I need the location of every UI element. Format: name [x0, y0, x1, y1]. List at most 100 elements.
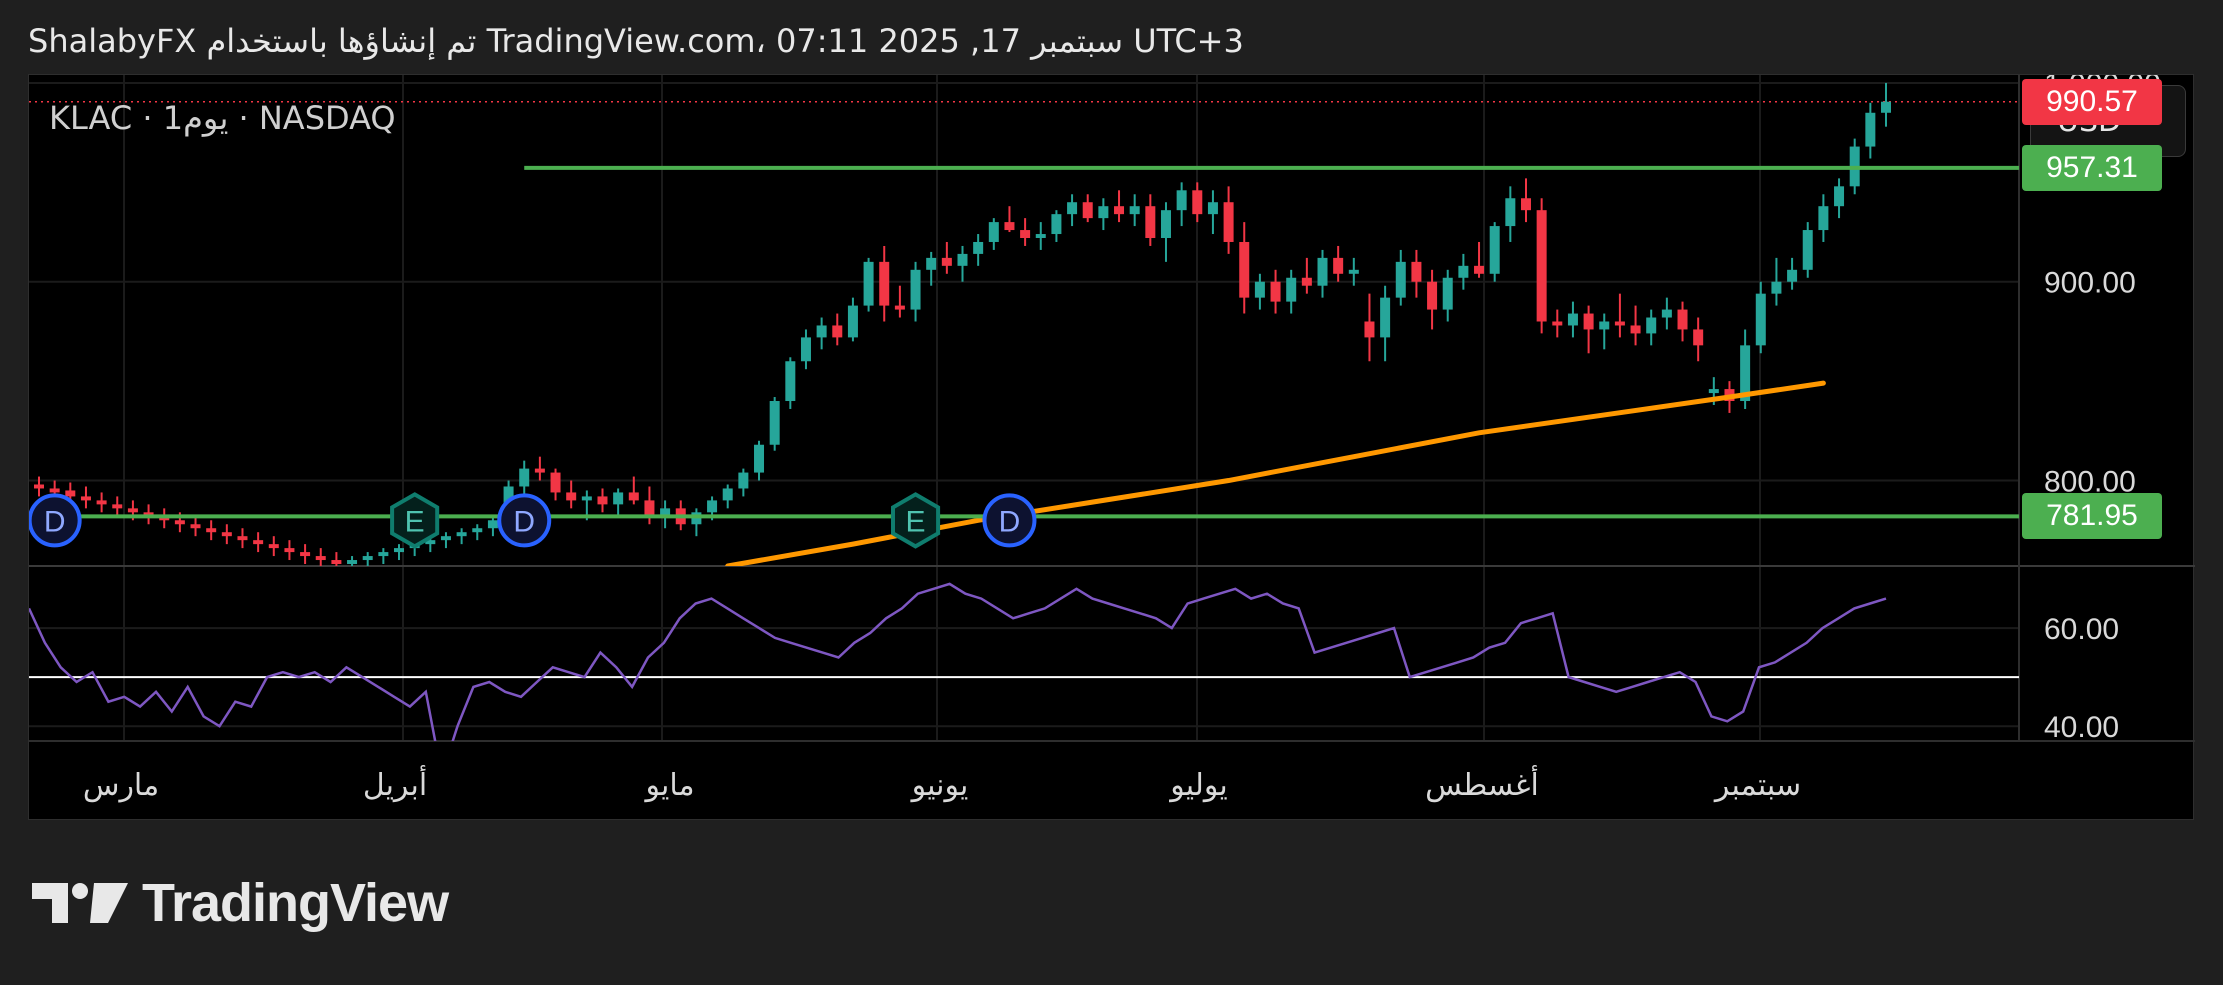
chart-canvas[interactable]: DEDED800.00900.001,000.0060.0040.00مارسأ… — [29, 75, 2195, 821]
candle-body[interactable] — [112, 504, 123, 509]
candle-body[interactable] — [1865, 112, 1876, 147]
candle-body[interactable] — [1802, 230, 1813, 270]
candle-body[interactable] — [1771, 281, 1782, 294]
candle-body[interactable] — [1458, 265, 1469, 278]
candle-body[interactable] — [1020, 230, 1031, 239]
candle-body[interactable] — [613, 492, 624, 505]
candle-body[interactable] — [722, 488, 733, 501]
candle-body[interactable] — [847, 305, 858, 338]
candle-body[interactable] — [1176, 190, 1187, 211]
candle-body[interactable] — [49, 488, 60, 493]
candle-body[interactable] — [1599, 321, 1610, 330]
candle-body[interactable] — [34, 484, 44, 489]
candle-body[interactable] — [1489, 226, 1500, 274]
candle-body[interactable] — [472, 528, 483, 533]
candle-body[interactable] — [362, 556, 373, 561]
candle-body[interactable] — [190, 524, 201, 529]
candle-body[interactable] — [174, 520, 185, 525]
candle-body[interactable] — [566, 492, 577, 501]
candle-body[interactable] — [80, 496, 91, 501]
candle-body[interactable] — [1661, 309, 1672, 318]
candle-body[interactable] — [754, 444, 765, 473]
candle-body[interactable] — [1035, 234, 1046, 239]
candle-body[interactable] — [863, 261, 874, 306]
candle-body[interactable] — [894, 305, 905, 310]
candle-body[interactable] — [1818, 206, 1829, 231]
candle-body[interactable] — [253, 540, 264, 545]
candle-body[interactable] — [1474, 265, 1485, 274]
candle-body[interactable] — [1145, 206, 1156, 239]
candle-body[interactable] — [1380, 297, 1391, 338]
candle-body[interactable] — [1787, 269, 1798, 282]
candle-body[interactable] — [910, 269, 921, 310]
candle-body[interactable] — [1708, 389, 1719, 394]
candle-body[interactable] — [550, 472, 561, 493]
candle-body[interactable] — [879, 261, 890, 306]
candle-body[interactable] — [800, 337, 811, 362]
candle-body[interactable] — [456, 532, 467, 537]
candle-body[interactable] — [534, 468, 545, 473]
candle-body[interactable] — [1301, 277, 1312, 286]
candle-body[interactable] — [597, 496, 608, 505]
candle-body[interactable] — [300, 552, 311, 557]
candle-body[interactable] — [769, 401, 780, 445]
candle-body[interactable] — [707, 500, 718, 513]
candle-body[interactable] — [1067, 202, 1078, 215]
candle-body[interactable] — [1677, 309, 1688, 330]
candle-body[interactable] — [1098, 206, 1109, 219]
candle-body[interactable] — [268, 544, 279, 549]
candle-body[interactable] — [816, 325, 827, 338]
candle-body[interactable] — [378, 552, 389, 557]
candle-body[interactable] — [127, 508, 138, 513]
candle-body[interactable] — [1881, 101, 1891, 113]
candle-body[interactable] — [1333, 257, 1344, 274]
candle-body[interactable] — [581, 496, 592, 501]
candle-body[interactable] — [1646, 317, 1657, 334]
candle-body[interactable] — [1536, 210, 1547, 322]
candle-body[interactable] — [284, 548, 295, 553]
candle-body[interactable] — [1693, 329, 1704, 346]
candle-body[interactable] — [1834, 186, 1845, 207]
candle-body[interactable] — [221, 532, 232, 537]
candle-body[interactable] — [519, 468, 530, 487]
candle-body[interactable] — [1505, 198, 1516, 227]
candle-body[interactable] — [1520, 198, 1531, 211]
candle-body[interactable] — [973, 241, 984, 254]
chart-frame[interactable]: DEDED800.00900.001,000.0060.0040.00مارسأ… — [28, 74, 2195, 821]
candle-body[interactable] — [1270, 281, 1281, 302]
candle-body[interactable] — [1129, 206, 1140, 215]
candle-body[interactable] — [1286, 277, 1297, 302]
candle-body[interactable] — [347, 560, 358, 565]
candle-body[interactable] — [1614, 321, 1625, 326]
candle-body[interactable] — [487, 520, 498, 529]
candle-body[interactable] — [1630, 325, 1641, 334]
candle-body[interactable] — [1317, 257, 1328, 286]
candle-body[interactable] — [957, 253, 968, 266]
candle-body[interactable] — [1160, 210, 1171, 239]
candle-body[interactable] — [1583, 313, 1594, 330]
candle-body[interactable] — [394, 548, 405, 553]
candle-body[interactable] — [1051, 214, 1062, 235]
candle-body[interactable] — [1348, 269, 1359, 274]
candle-body[interactable] — [237, 536, 248, 541]
candle-body[interactable] — [440, 536, 451, 541]
candle-body[interactable] — [1254, 281, 1265, 298]
candle-body[interactable] — [738, 472, 749, 489]
symbol-label[interactable]: KLAC · 1يوم · NASDAQ — [49, 99, 396, 137]
candle-body[interactable] — [65, 490, 76, 497]
candle-body[interactable] — [1427, 281, 1438, 310]
candle-body[interactable] — [941, 257, 952, 266]
candle-body[interactable] — [1192, 190, 1203, 215]
candle-body[interactable] — [1207, 202, 1218, 215]
candle-body[interactable] — [1442, 277, 1453, 310]
candle-body[interactable] — [1567, 313, 1578, 326]
candle-body[interactable] — [331, 560, 342, 565]
candle-body[interactable] — [644, 500, 655, 517]
candle-body[interactable] — [926, 257, 937, 270]
candle-body[interactable] — [1114, 206, 1125, 215]
candle-body[interactable] — [96, 500, 107, 505]
candle-body[interactable] — [206, 528, 217, 533]
candle-body[interactable] — [832, 325, 843, 338]
candle-body[interactable] — [315, 556, 326, 561]
candle-body[interactable] — [1223, 202, 1234, 242]
